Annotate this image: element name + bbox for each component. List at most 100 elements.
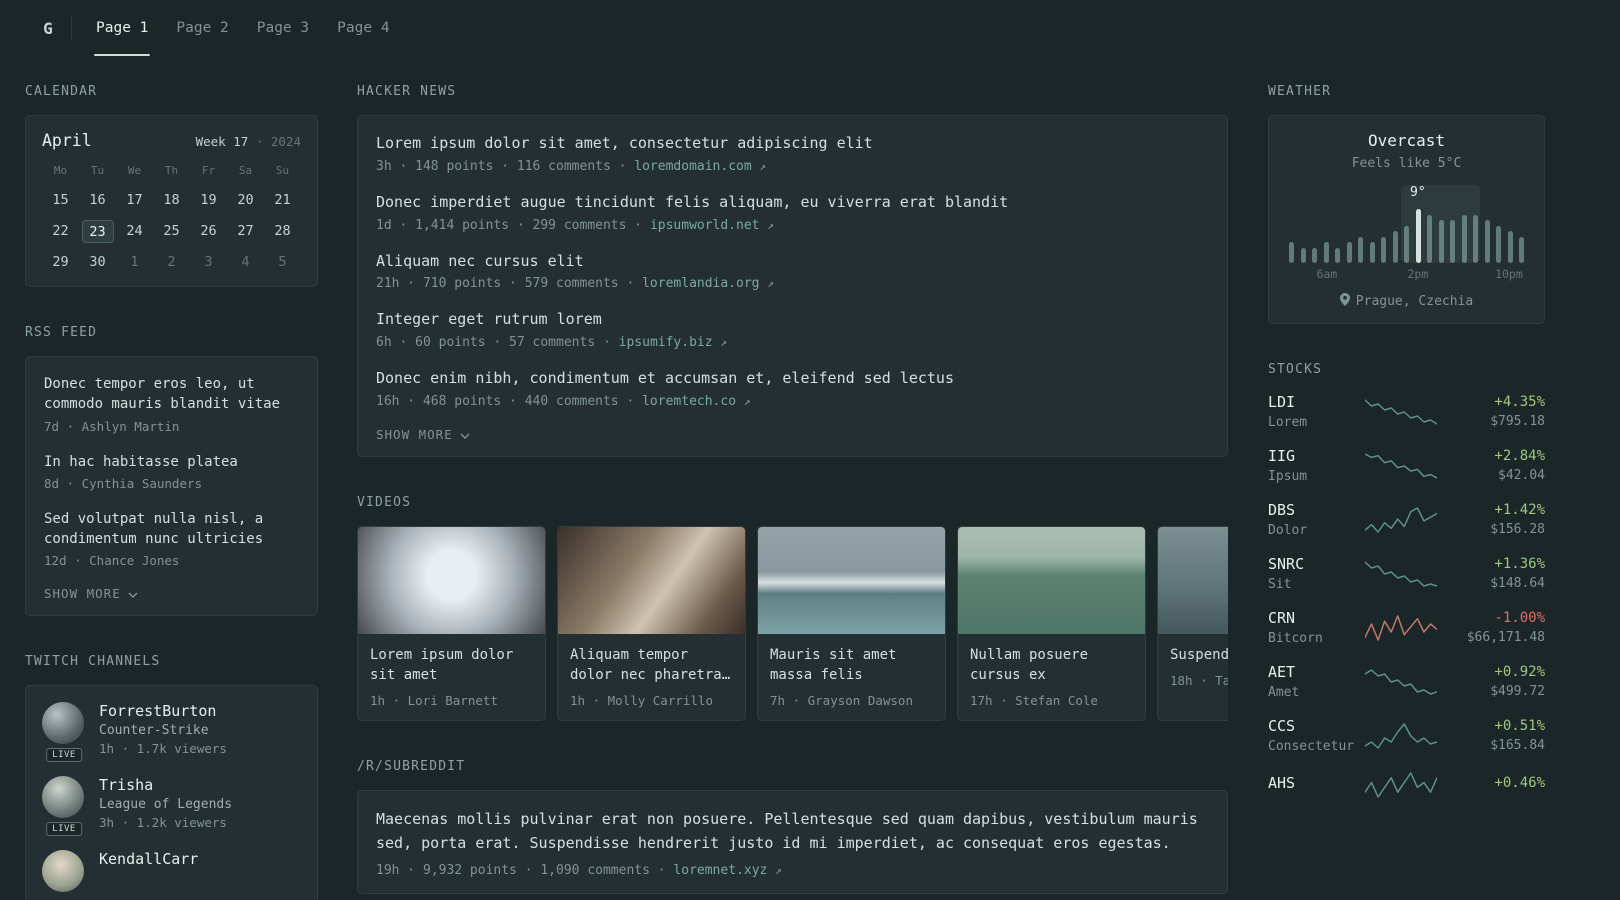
header-divider <box>71 16 72 40</box>
stock-price: $42.04 <box>1498 468 1545 483</box>
hn-item-meta: 3h · 148 points · 116 comments · loremdo… <box>376 159 1209 174</box>
twitch-channel[interactable]: LIVE Trisha League of Legends 3h · 1.2k … <box>42 776 301 837</box>
hn-item-title[interactable]: Lorem ipsum dolor sit amet, consectetur … <box>376 133 1209 155</box>
dashboard-layout: CALENDAR April Week 17 · 2024 Mo Tu We T… <box>25 84 1620 900</box>
hn-domain-link[interactable]: loremdomain.com <box>634 159 751 174</box>
rss-show-more-button[interactable]: SHOW MORE <box>44 586 299 601</box>
stock-symbol: AHS <box>1268 774 1296 792</box>
rss-item-title[interactable]: Donec tempor eros leo, ut commodo mauris… <box>44 374 299 415</box>
weather-bar <box>1392 231 1398 263</box>
tab-page-3[interactable]: Page 3 <box>255 0 311 56</box>
calendar-dow: Fr <box>201 164 216 177</box>
rss-item-title[interactable]: In hac habitasse platea <box>44 452 299 472</box>
twitch-channel[interactable]: KendallCarr <box>42 850 301 893</box>
video-card[interactable]: Mauris sit amet massa felis 7h · Grayson… <box>757 525 946 722</box>
avatar <box>42 850 86 893</box>
channel-name[interactable]: ForrestBurton <box>99 702 227 720</box>
external-link-icon: ↗ <box>775 863 782 877</box>
calendar-day: 27 <box>237 223 254 239</box>
calendar-day-other-month: 3 <box>204 254 213 270</box>
weather-bar <box>1289 242 1294 263</box>
stock-row[interactable]: CRN Bitcorn -1.00% $66,171.48 <box>1268 609 1545 646</box>
video-title[interactable]: Aliquam tempor dolor nec pharetra… <box>570 645 733 686</box>
video-title[interactable]: Nullam posuere cursus ex <box>970 645 1133 686</box>
stock-name: Consectetur <box>1268 739 1355 754</box>
video-card[interactable]: Aliquam tempor dolor nec pharetra… 1h · … <box>557 525 746 722</box>
calendar-week-label: Week 17 · 2024 <box>196 134 301 149</box>
calendar-day: 28 <box>274 223 291 239</box>
weather-bar <box>1473 215 1478 263</box>
hn-meta-text: 3h · 148 points · 116 comments · <box>376 158 635 174</box>
weather-location: Prague, Czechia <box>1355 294 1474 309</box>
hn-meta-text: 16h · 468 points · 440 comments · <box>376 393 643 409</box>
hn-domain-link[interactable]: ipsumify.biz <box>619 335 713 350</box>
channel-name[interactable]: Trisha <box>99 776 232 794</box>
weather-bar <box>1519 237 1524 263</box>
video-thumbnail[interactable] <box>558 526 745 634</box>
video-thumbnail[interactable] <box>758 526 945 634</box>
rss-widget: RSS FEED Donec tempor eros leo, ut commo… <box>25 325 318 617</box>
calendar-day-other-month: 1 <box>130 254 139 270</box>
twitch-widget: TWITCH CHANNELS LIVE ForrestBurton Count… <box>25 654 318 900</box>
twitch-channel[interactable]: LIVE ForrestBurton Counter-Strike 1h · 1… <box>42 702 301 763</box>
hn-domain-link[interactable]: loremtech.co <box>642 394 736 409</box>
video-thumbnail[interactable] <box>958 526 1145 634</box>
stock-row[interactable]: SNRC Sit +1.36% $148.64 <box>1268 555 1545 592</box>
stock-row[interactable]: DBS Dolor +1.42% $156.28 <box>1268 501 1545 538</box>
rss-show-more-label: SHOW MORE <box>44 586 121 602</box>
video-thumbnail[interactable] <box>1158 526 1228 634</box>
tab-page-1[interactable]: Page 1 <box>94 0 151 56</box>
rss-item-title[interactable]: Sed volutpat nulla nisl, a condimentum n… <box>44 509 299 550</box>
external-link-icon: ↗ <box>767 218 774 232</box>
hn-item-title[interactable]: Donec imperdiet augue tincidunt felis al… <box>376 192 1209 214</box>
reddit-domain-link[interactable]: loremnet.xyz <box>673 863 767 878</box>
rss-item-meta: 12d · Chance Jones <box>44 553 180 569</box>
weather-bar <box>1346 242 1352 263</box>
stock-row[interactable]: AET Amet +0.92% $499.72 <box>1268 663 1545 700</box>
stock-row[interactable]: IIG Ipsum +2.84% $42.04 <box>1268 447 1545 484</box>
stock-name: Ipsum <box>1268 469 1308 484</box>
hn-show-more-button[interactable]: SHOW MORE <box>376 427 1209 442</box>
video-card[interactable]: Nullam posuere cursus ex 17h · Stefan Co… <box>957 525 1146 722</box>
tab-page-4[interactable]: Page 4 <box>335 0 391 56</box>
hn-item-title[interactable]: Integer eget rutrum lorem <box>376 309 1209 331</box>
weather-location-row[interactable]: Prague, Czechia <box>1285 293 1528 310</box>
weather-condition: Overcast <box>1367 131 1446 150</box>
hn-item-title[interactable]: Aliquam nec cursus elit <box>376 251 1209 273</box>
left-column: CALENDAR April Week 17 · 2024 Mo Tu We T… <box>25 84 318 900</box>
channel-name[interactable]: KendallCarr <box>99 850 198 868</box>
stock-change: +2.84% <box>1494 448 1545 464</box>
stocks-widget: STOCKS LDI Lorem +4.35% $795.18 IIG Ipsu… <box>1268 362 1545 799</box>
stock-row[interactable]: AHS +0.46% <box>1268 771 1545 799</box>
calendar-year: 2024 <box>270 134 301 149</box>
reddit-post-title[interactable]: Maecenas mollis pulvinar erat non posuer… <box>376 808 1209 855</box>
weather-time-label: 6am <box>1316 267 1338 281</box>
video-card[interactable]: Suspendisse diam 18h · Tara <box>1157 525 1228 722</box>
video-title[interactable]: Lorem ipsum dolor sit amet consectetu… <box>370 645 533 686</box>
calendar-dow: Su <box>275 164 290 177</box>
external-link-icon: ↗ <box>759 159 767 173</box>
hn-domain-link[interactable]: loremlandia.org <box>642 276 759 291</box>
stock-symbol: CCS <box>1268 717 1296 735</box>
hackernews-section-title: HACKER NEWS <box>357 84 457 99</box>
rss-item: In hac habitasse platea 8d · Cynthia Sau… <box>44 452 299 491</box>
video-title[interactable]: Suspendisse diam <box>1170 645 1228 665</box>
weather-time-axis: 6am 2pm 10pm <box>1287 267 1526 281</box>
channel-avatar-image <box>42 776 84 819</box>
stocks-list: LDI Lorem +4.35% $795.18 IIG Ipsum +2.84… <box>1268 393 1545 799</box>
stock-symbol: CRN <box>1268 609 1296 627</box>
weather-section-title: WEATHER <box>1268 84 1332 99</box>
hn-domain-link[interactable]: ipsumworld.net <box>650 218 760 233</box>
video-card[interactable]: Lorem ipsum dolor sit amet consectetu… 1… <box>357 525 546 722</box>
avatar: LIVE <box>42 702 86 763</box>
stock-name: Sit <box>1268 577 1292 592</box>
calendar-separator: · <box>255 134 264 149</box>
stock-row[interactable]: CCS Consectetur +0.51% $165.84 <box>1268 717 1545 754</box>
video-title[interactable]: Mauris sit amet massa felis <box>770 645 933 686</box>
page-tabs: Page 1 Page 2 Page 3 Page 4 <box>94 0 392 56</box>
video-thumbnail[interactable] <box>358 526 545 634</box>
stock-row[interactable]: LDI Lorem +4.35% $795.18 <box>1268 393 1545 430</box>
calendar-day: 21 <box>274 192 291 208</box>
tab-page-2[interactable]: Page 2 <box>174 0 230 56</box>
hn-item-title[interactable]: Donec enim nibh, condimentum et accumsan… <box>376 368 1209 390</box>
